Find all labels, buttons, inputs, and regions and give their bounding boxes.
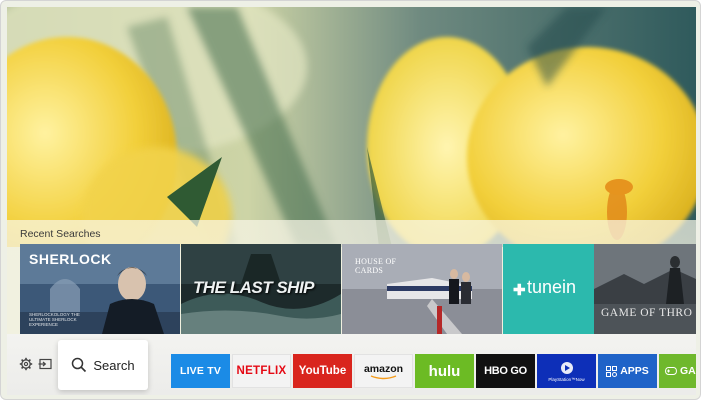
app-netflix[interactable]: NETFLIX (232, 354, 291, 388)
tunein-logo-text: tunein (527, 277, 577, 297)
app-launcher-row: LIVE TV NETFLIX YouTube amazon hulu HBO … (171, 354, 696, 388)
amazon-smile-icon (370, 374, 396, 379)
game-of-thrones-poster-art (594, 244, 696, 334)
gamepad-icon (665, 367, 677, 375)
app-hulu-label: hulu (428, 362, 461, 380)
app-live-tv[interactable]: LIVE TV (171, 354, 230, 388)
input-source-icon[interactable] (38, 357, 52, 371)
magnifier-icon (72, 357, 87, 373)
app-live-tv-label: LIVE TV (179, 365, 222, 377)
app-netflix-label: NETFLIX (236, 365, 287, 377)
sherlock-title: SHERLOCK (29, 251, 112, 267)
search-button[interactable]: Search (58, 340, 148, 390)
the-last-ship-title: THE LAST SHIP (193, 278, 315, 297)
recent-tile-the-last-ship[interactable]: THE LAST SHIP (181, 244, 341, 334)
recent-searches-row: SHERLOCK SHERLOCKOLOGY THE ULTIMATE SHER… (20, 244, 696, 334)
recent-tile-game-of-thrones[interactable]: GAME OF THRO (594, 244, 696, 334)
gear-icon[interactable] (19, 357, 33, 371)
app-amazon-label: amazon (363, 362, 404, 375)
app-hulu[interactable]: hulu (415, 354, 474, 388)
app-games[interactable]: GAM (659, 354, 696, 388)
background-wallpaper (7, 7, 696, 247)
app-amazon[interactable]: amazon (354, 354, 413, 388)
smart-hub-launcher-bar: Search LIVE TV NETFLIX YouTube amazon hu… (7, 334, 696, 395)
house-of-cards-title: HOUSE OF CARDS (355, 257, 397, 275)
apps-grid-icon (606, 365, 618, 377)
app-hbo-go[interactable]: HBO GO (476, 354, 535, 388)
app-youtube[interactable]: YouTube (293, 354, 352, 388)
tunein-plus-icon: ✚ (513, 282, 526, 299)
app-youtube-label: YouTube (298, 365, 347, 377)
playstation-now-icon (560, 361, 573, 374)
app-apps[interactable]: APPS (598, 354, 657, 388)
app-playstation-now-label: PlayStation™Now (548, 376, 585, 382)
game-of-thrones-title: GAME OF THRO (601, 307, 693, 319)
app-games-label: GAM (680, 365, 696, 377)
sherlock-caption: SHERLOCKOLOGY THE ULTIMATE SHERLOCK EXPE… (29, 312, 80, 327)
app-apps-label: APPS (620, 365, 649, 377)
tv-home-screen: Recent Searches SHERLOCK SHERLOCKOLOGY T… (7, 7, 696, 395)
flower-wallpaper-image (7, 7, 696, 247)
app-playstation-now[interactable]: PlayStation™Now (537, 354, 596, 388)
recent-searches-heading: Recent Searches (20, 228, 101, 240)
app-hbo-go-label: HBO GO (484, 365, 527, 377)
recent-searches-panel: Recent Searches SHERLOCK SHERLOCKOLOGY T… (7, 220, 696, 346)
recent-tile-house-of-cards[interactable]: HOUSE OF CARDS (342, 244, 502, 334)
recent-tile-sherlock[interactable]: SHERLOCK SHERLOCKOLOGY THE ULTIMATE SHER… (20, 244, 180, 334)
tv-screen-frame: Recent Searches SHERLOCK SHERLOCKOLOGY T… (0, 0, 701, 400)
search-button-label: Search (93, 357, 135, 373)
